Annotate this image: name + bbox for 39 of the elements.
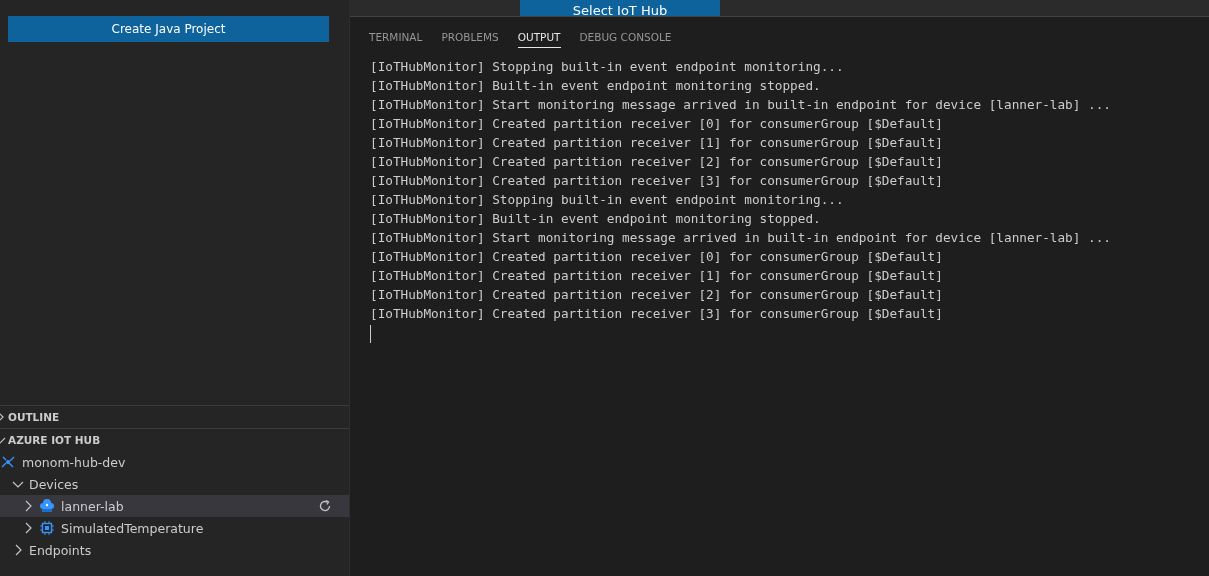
panel-tab[interactable]: TERMINAL (369, 27, 423, 47)
section-header[interactable]: AZURE IOT HUB (0, 428, 349, 451)
panel-tab[interactable]: OUTPUT (517, 27, 561, 48)
tree-item[interactable]: monom-hub-dev (0, 451, 349, 473)
output-line: [IoTHubMonitor] Created partition receiver [3] for consumerGroup [$Default] (370, 172, 944, 190)
section-title: AZURE IOT HUB (8, 434, 101, 446)
output-line: [IoTHubMonitor] Start monitoring message arrived in built-in endpoint for device [lanner-lab] ... (370, 96, 1112, 114)
tree-item[interactable]: SimulatedTemperature (0, 517, 349, 539)
refresh-icon[interactable] (317, 498, 333, 514)
tree-label: Endpoints (29, 542, 92, 558)
output-line: [IoTHubMonitor] Created partition receiver [1] for consumerGroup [$Default] (370, 134, 944, 152)
tree-label: lanner-lab (61, 498, 124, 514)
section-title: OUTLINE (8, 411, 60, 423)
text-cursor (370, 325, 371, 343)
create-java-project-button[interactable]: Create Java Project (8, 16, 329, 42)
output-line: [IoTHubMonitor] Created partition receiver [1] for consumerGroup [$Default] (370, 267, 944, 285)
tree-item[interactable]: Devices (0, 473, 349, 495)
output-line: [IoTHubMonitor] Stopping built-in event endpoint monitoring... (370, 58, 845, 76)
panel-tab[interactable]: DEBUG CONSOLE (579, 27, 672, 47)
hub-network-icon (0, 454, 16, 470)
output-line: [IoTHubMonitor] Created partition receiver [2] for consumerGroup [$Default] (370, 153, 944, 171)
tree-label: SimulatedTemperature (61, 520, 204, 536)
tree-label: monom-hub-dev (22, 454, 126, 470)
output-line: [IoTHubMonitor] Built-in event endpoint monitoring stopped. (370, 77, 822, 95)
output-line: [IoTHubMonitor] Created partition receiver [3] for consumerGroup [$Default] (370, 305, 944, 323)
tree-item[interactable]: Endpoints (0, 539, 349, 561)
output-line: [IoTHubMonitor] Created partition receiver [0] for consumerGroup [$Default] (370, 115, 944, 133)
select-iot-hub-button[interactable]: Select IoT Hub (520, 0, 720, 16)
cloud-device-icon (39, 498, 55, 514)
output-line: [IoTHubMonitor] Created partition receiver [0] for consumerGroup [$Default] (370, 248, 944, 266)
tree-item[interactable]: lanner-lab (0, 495, 349, 517)
output-line: [IoTHubMonitor] Stopping built-in event endpoint monitoring... (370, 191, 845, 209)
section-header[interactable]: OUTLINE (0, 405, 349, 428)
tree-label: Devices (29, 476, 79, 492)
chip-icon (39, 520, 55, 536)
panel-tab[interactable]: PROBLEMS (441, 27, 499, 47)
output-line: [IoTHubMonitor] Created partition receiver [2] for consumerGroup [$Default] (370, 286, 944, 304)
output-line: [IoTHubMonitor] Built-in event endpoint monitoring stopped. (370, 210, 822, 228)
output-line: [IoTHubMonitor] Start monitoring message arrived in built-in endpoint for device [lanner-lab] ... (370, 229, 1112, 247)
